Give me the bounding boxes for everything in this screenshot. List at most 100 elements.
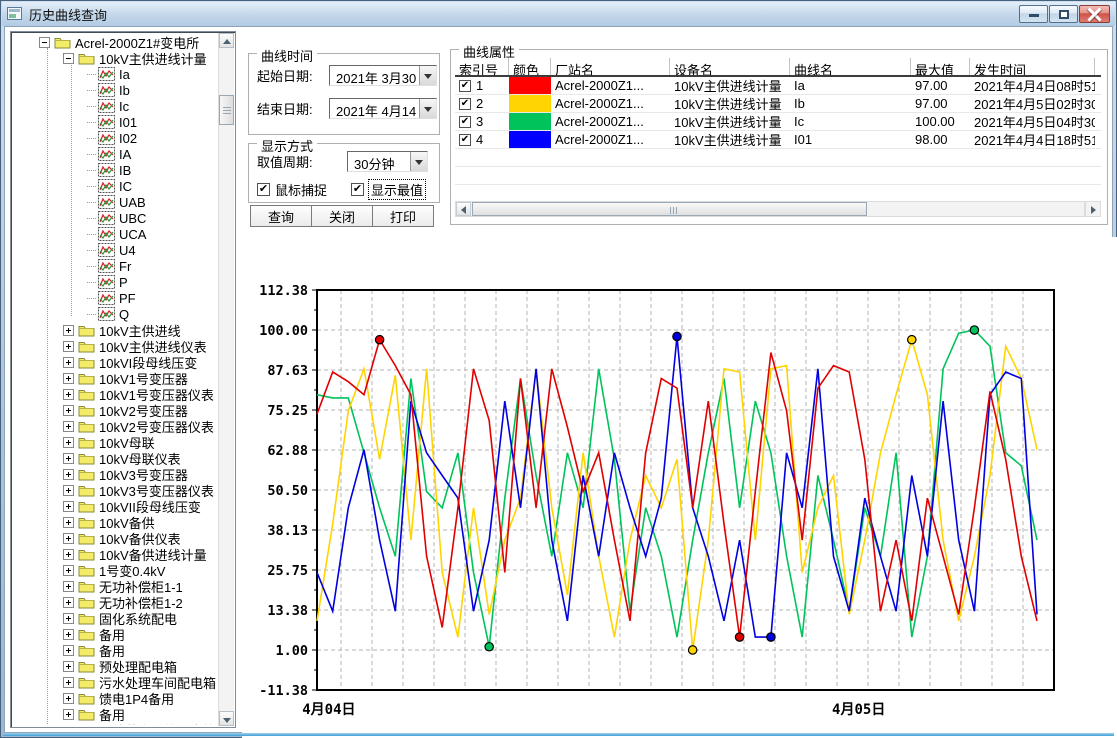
column-header[interactable]: 设备名 bbox=[670, 58, 790, 75]
expand-icon[interactable] bbox=[63, 357, 74, 368]
maximize-button[interactable] bbox=[1049, 5, 1078, 23]
tree-item[interactable]: IC bbox=[13, 178, 218, 194]
column-header[interactable]: 发生时间 bbox=[970, 58, 1095, 75]
table-row[interactable]: ✔1Acrel-2000Z1...10kV主供进线计量Ia97.002021年4… bbox=[455, 77, 1101, 95]
scroll-up-button[interactable] bbox=[219, 33, 234, 48]
column-header[interactable]: 厂站名 bbox=[551, 58, 670, 75]
scroll-right-button[interactable] bbox=[1085, 201, 1101, 217]
expand-icon[interactable] bbox=[63, 533, 74, 544]
tree-item[interactable]: U4 bbox=[13, 242, 218, 258]
tree-item[interactable]: I02 bbox=[13, 130, 218, 146]
table-row[interactable]: ✔2Acrel-2000Z1...10kV主供进线计量Ib97.002021年4… bbox=[455, 95, 1101, 113]
curve-time-group-label: 曲线时间 bbox=[257, 46, 317, 65]
scroll-down-button[interactable] bbox=[219, 711, 234, 726]
query-button[interactable]: 查询 bbox=[250, 205, 312, 227]
table-row[interactable]: ✔3Acrel-2000Z1...10kV主供进线计量Ic100.002021年… bbox=[455, 113, 1101, 131]
tree-item[interactable]: PF bbox=[13, 290, 218, 306]
tree-item[interactable]: Ib bbox=[13, 82, 218, 98]
end-date-dropdown-button[interactable] bbox=[419, 99, 436, 118]
expand-icon[interactable] bbox=[63, 597, 74, 608]
row-checkbox[interactable]: ✔ bbox=[459, 116, 471, 128]
tree-scrollbar[interactable] bbox=[218, 33, 234, 726]
tree-item[interactable]: I01 bbox=[13, 114, 218, 130]
column-header[interactable]: 颜色 bbox=[509, 58, 551, 75]
tree-item[interactable]: 三效蒸发系统配电箱 bbox=[13, 722, 218, 725]
expand-icon[interactable] bbox=[63, 549, 74, 560]
start-date-picker[interactable]: 2021年 3月30 bbox=[329, 65, 437, 86]
folder-icon bbox=[78, 627, 95, 641]
expand-icon[interactable] bbox=[63, 341, 74, 352]
period-combobox[interactable]: 30分钟 bbox=[347, 151, 428, 172]
expand-icon[interactable] bbox=[63, 629, 74, 640]
mouse-capture-checkbox-row[interactable]: ✔ 鼠标捕捉 bbox=[257, 180, 351, 199]
titlebar[interactable]: 历史曲线查询 bbox=[2, 2, 1115, 26]
end-date-picker[interactable]: 2021年 4月14 bbox=[329, 98, 437, 119]
expand-icon[interactable] bbox=[63, 325, 74, 336]
expand-icon[interactable] bbox=[63, 581, 74, 592]
show-extremes-checkbox[interactable]: ✔ bbox=[351, 183, 364, 196]
show-extremes-checkbox-row[interactable]: ✔ 显示最值 bbox=[351, 180, 425, 199]
expand-icon[interactable] bbox=[63, 693, 74, 704]
close-button[interactable] bbox=[1079, 5, 1110, 23]
period-dropdown-button[interactable] bbox=[410, 152, 427, 171]
arrow-left-icon bbox=[461, 206, 466, 214]
window-title: 历史曲线查询 bbox=[29, 5, 107, 24]
tree-item[interactable]: P bbox=[13, 274, 218, 290]
curve-properties-group: 曲线属性 索引号颜色厂站名设备名曲线名最大值发生时间 ✔1Acrel-2000Z… bbox=[450, 49, 1108, 225]
tree-item[interactable]: UAB bbox=[13, 194, 218, 210]
tree-item[interactable]: IA bbox=[13, 146, 218, 162]
expand-icon[interactable] bbox=[63, 709, 74, 720]
column-header[interactable]: 索引号 bbox=[455, 58, 509, 75]
tree-item[interactable]: UBC bbox=[13, 210, 218, 226]
start-date-dropdown-button[interactable] bbox=[419, 66, 436, 85]
expand-icon[interactable] bbox=[63, 437, 74, 448]
expand-icon[interactable] bbox=[63, 485, 74, 496]
app-icon bbox=[7, 7, 23, 21]
row-checkbox[interactable]: ✔ bbox=[459, 98, 471, 110]
station-cell: Acrel-2000Z1... bbox=[551, 77, 670, 94]
mouse-capture-checkbox[interactable]: ✔ bbox=[257, 183, 270, 196]
folder-icon bbox=[78, 51, 95, 65]
max-value-cell: 97.00 bbox=[911, 95, 970, 112]
tree-item[interactable]: Fr bbox=[13, 258, 218, 274]
close-dialog-button[interactable]: 关闭 bbox=[311, 205, 373, 227]
scroll-left-button[interactable] bbox=[456, 202, 471, 216]
print-button[interactable]: 打印 bbox=[372, 205, 434, 227]
tree-item[interactable]: 10kV主供进线计量 bbox=[13, 50, 218, 66]
row-checkbox[interactable]: ✔ bbox=[459, 80, 471, 92]
expand-icon[interactable] bbox=[63, 373, 74, 384]
scrollbar-thumb[interactable] bbox=[219, 95, 234, 125]
column-header[interactable]: 最大值 bbox=[911, 58, 970, 75]
tree-item-label: UBC bbox=[119, 211, 146, 226]
folder-icon bbox=[78, 611, 95, 625]
tree-item[interactable]: UCA bbox=[13, 226, 218, 242]
expand-icon[interactable] bbox=[63, 453, 74, 464]
expand-icon[interactable] bbox=[63, 645, 74, 656]
expand-icon[interactable] bbox=[63, 613, 74, 624]
row-checkbox[interactable]: ✔ bbox=[459, 134, 471, 146]
tree-item[interactable]: Ia bbox=[13, 66, 218, 82]
table-hscrollbar[interactable] bbox=[455, 201, 1085, 217]
tree-connector bbox=[87, 154, 96, 155]
collapse-icon[interactable] bbox=[39, 37, 50, 48]
history-curve-chart[interactable]: 112.38100.0087.6375.2562.8850.5038.1325.… bbox=[242, 237, 1117, 738]
curve-icon bbox=[98, 179, 115, 193]
expand-icon[interactable] bbox=[63, 725, 74, 726]
expand-icon[interactable] bbox=[63, 469, 74, 480]
device-tree-panel: Acrel-2000Z1#变电所10kV主供进线计量IaIbIcI01I02IA… bbox=[10, 31, 236, 728]
tree-item[interactable]: Ic bbox=[13, 98, 218, 114]
expand-icon[interactable] bbox=[63, 421, 74, 432]
expand-icon[interactable] bbox=[63, 565, 74, 576]
column-header[interactable]: 曲线名 bbox=[790, 58, 911, 75]
expand-icon[interactable] bbox=[63, 677, 74, 688]
expand-icon[interactable] bbox=[63, 405, 74, 416]
hscrollbar-thumb[interactable] bbox=[472, 202, 867, 216]
table-row[interactable]: ✔4Acrel-2000Z1...10kV主供进线计量I0198.002021年… bbox=[455, 131, 1101, 149]
expand-icon[interactable] bbox=[63, 501, 74, 512]
minimize-button[interactable] bbox=[1019, 5, 1048, 23]
expand-icon[interactable] bbox=[63, 661, 74, 672]
expand-icon[interactable] bbox=[63, 389, 74, 400]
tree-item[interactable]: IB bbox=[13, 162, 218, 178]
expand-icon[interactable] bbox=[63, 517, 74, 528]
collapse-icon[interactable] bbox=[63, 53, 74, 64]
